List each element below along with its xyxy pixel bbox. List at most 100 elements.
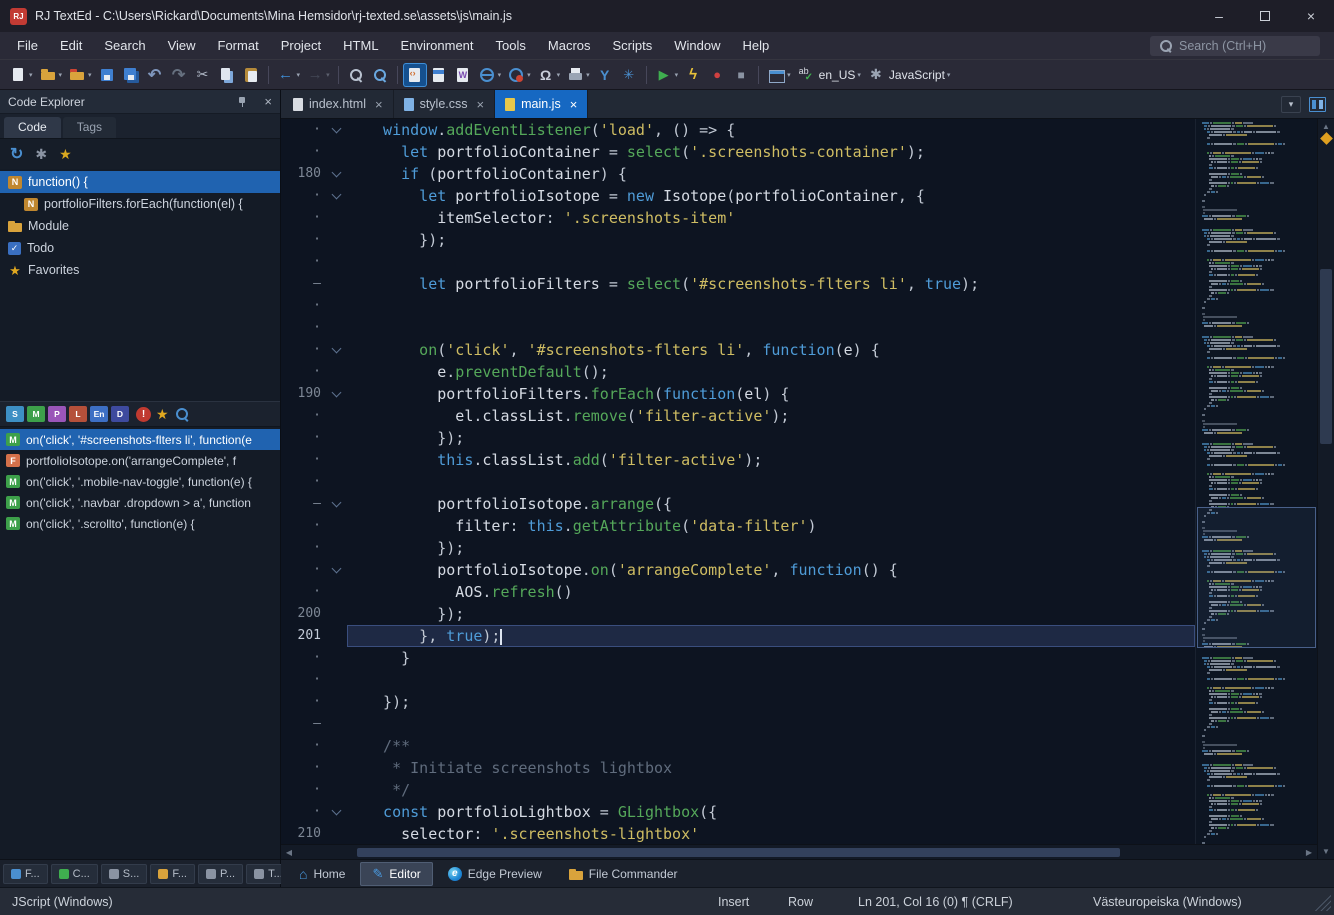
code-line[interactable]: ·}); xyxy=(281,427,1195,449)
code-line[interactable]: ·filter: this.getAttribute('data-filter'… xyxy=(281,515,1195,537)
code-line[interactable]: –portfolioIsotope.arrange({ xyxy=(281,493,1195,515)
fold-column[interactable] xyxy=(325,801,347,823)
syntax-mode-button[interactable]: ✱JavaScript▾ xyxy=(864,63,954,87)
menu-view[interactable]: View xyxy=(157,32,207,59)
fold-chevron-icon[interactable] xyxy=(331,497,341,507)
find-button[interactable] xyxy=(344,63,368,87)
code-line[interactable]: 200}); xyxy=(281,603,1195,625)
panel-close-icon[interactable]: × xyxy=(264,94,272,109)
view-tab-edge-preview[interactable]: eEdge Preview xyxy=(436,863,554,885)
tree-item[interactable]: ★Favorites xyxy=(0,259,280,281)
code-line[interactable]: ·window.addEventListener('load', () => { xyxy=(281,119,1195,141)
menu-search[interactable]: Search xyxy=(93,32,156,59)
horizontal-scroll-thumb[interactable] xyxy=(357,848,1120,857)
sidebar-tab-tags[interactable]: Tags xyxy=(63,117,116,138)
stop-macro-button[interactable]: ■ xyxy=(729,63,753,87)
find-in-files-button[interactable] xyxy=(368,63,392,87)
code-line[interactable]: ·el.classList.remove('filter-active'); xyxy=(281,405,1195,427)
maximize-button[interactable] xyxy=(1242,0,1288,32)
code-line[interactable]: ·this.classList.add('filter-active'); xyxy=(281,449,1195,471)
search-filter-icon[interactable] xyxy=(175,407,189,421)
filter-l-icon[interactable]: L xyxy=(69,406,87,422)
code-lines[interactable]: ·window.addEventListener('load', () => {… xyxy=(281,119,1195,844)
code-line[interactable]: ·AOS.refresh() xyxy=(281,581,1195,603)
fold-chevron-icon[interactable] xyxy=(331,167,341,177)
tree-item[interactable]: ✓Todo xyxy=(0,237,280,259)
filter-en-icon[interactable]: En xyxy=(90,406,108,422)
print-button[interactable]: ▾ xyxy=(563,63,593,87)
tab-close-icon[interactable]: × xyxy=(570,97,578,112)
bookmark-marker-icon[interactable] xyxy=(1320,132,1333,145)
fold-chevron-icon[interactable] xyxy=(331,343,341,353)
code-line[interactable]: ·const portfolioLightbox = GLightbox({ xyxy=(281,801,1195,823)
code-line[interactable]: ·portfolioIsotope.on('arrangeComplete', … xyxy=(281,559,1195,581)
menu-help[interactable]: Help xyxy=(732,32,781,59)
tab-list-dropdown[interactable]: ▾ xyxy=(1281,96,1301,113)
save-all-button[interactable] xyxy=(119,63,143,87)
code-line[interactable]: ·}); xyxy=(281,537,1195,559)
code-line[interactable]: ·e.preventDefault(); xyxy=(281,361,1195,383)
warning-filter-icon[interactable]: ! xyxy=(136,407,151,422)
wizard-button[interactable] xyxy=(451,63,475,87)
fold-chevron-icon[interactable] xyxy=(331,387,341,397)
open-remote-button[interactable]: ▾ xyxy=(65,63,95,87)
minimap-viewport[interactable] xyxy=(1197,507,1316,648)
code-line[interactable]: · xyxy=(281,669,1195,691)
nav-forward-button[interactable]: →▾ xyxy=(303,63,333,87)
menu-format[interactable]: Format xyxy=(207,32,270,59)
code-line[interactable]: ·* Initiate screenshots lightbox xyxy=(281,757,1195,779)
code-line[interactable]: 190portfolioFilters.forEach(function(el)… xyxy=(281,383,1195,405)
code-line[interactable]: ·let portfolioContainer = select('.scree… xyxy=(281,141,1195,163)
settings-icon[interactable]: ✱ xyxy=(35,146,47,163)
data-grid-button[interactable]: ▾ xyxy=(764,63,794,87)
menu-file[interactable]: File xyxy=(6,32,49,59)
scroll-left-icon[interactable]: ◀ xyxy=(281,848,297,857)
vertical-scroll-thumb[interactable] xyxy=(1320,269,1332,444)
function-list-item[interactable]: Mon('click', '.mobile-nav-toggle', funct… xyxy=(0,471,280,492)
horizontal-scrollbar[interactable]: ◀ ▶ xyxy=(281,844,1317,859)
fold-column[interactable] xyxy=(325,163,347,185)
fold-chevron-icon[interactable] xyxy=(331,563,341,573)
code-line[interactable]: –let portfolioFilters = select('#screens… xyxy=(281,273,1195,295)
menu-html[interactable]: HTML xyxy=(332,32,389,59)
tab-close-icon[interactable]: × xyxy=(477,97,485,112)
compare-files-button[interactable]: Y xyxy=(593,63,617,87)
vertical-scrollbar[interactable]: ▲ ▼ xyxy=(1317,119,1334,859)
sidebar-panel-tab-3[interactable]: F... xyxy=(150,864,195,884)
menu-scripts[interactable]: Scripts xyxy=(602,32,664,59)
favorites-filter-icon[interactable]: ★ xyxy=(156,406,169,423)
code-line[interactable]: ·let portfolioIsotope = new Isotope(port… xyxy=(281,185,1195,207)
tools-button[interactable]: ✳ xyxy=(617,63,641,87)
close-button[interactable]: × xyxy=(1288,0,1334,32)
nav-back-button[interactable]: ←▾ xyxy=(274,63,304,87)
redo-button[interactable]: ↷ xyxy=(167,63,191,87)
filter-p-icon[interactable]: P xyxy=(48,406,66,422)
browser-preview-button[interactable]: ▾ xyxy=(475,63,505,87)
tab-main.js[interactable]: main.js× xyxy=(495,90,588,118)
cut-button[interactable]: ✂ xyxy=(191,63,215,87)
fold-column[interactable] xyxy=(325,119,347,141)
code-line[interactable]: 180if (portfolioContainer) { xyxy=(281,163,1195,185)
tree-item[interactable]: Nfunction() { xyxy=(0,171,280,193)
code-line[interactable]: · xyxy=(281,251,1195,273)
special-characters-button[interactable]: Ω▾ xyxy=(534,63,564,87)
sidebar-panel-tab-2[interactable]: S... xyxy=(101,864,148,884)
spell-language-button[interactable]: en_US▾ xyxy=(794,63,864,87)
pin-icon[interactable] xyxy=(236,96,248,108)
code-line[interactable]: ·/** xyxy=(281,735,1195,757)
save-button[interactable] xyxy=(95,63,119,87)
sidebar-tab-code[interactable]: Code xyxy=(4,117,61,138)
filter-d-icon[interactable]: D xyxy=(111,406,129,422)
copy-button[interactable] xyxy=(215,63,239,87)
fold-column[interactable] xyxy=(325,185,347,207)
fold-column[interactable] xyxy=(325,493,347,515)
filter-s-icon[interactable]: S xyxy=(6,406,24,422)
tree-item[interactable]: NportfolioFilters.forEach(function(el) { xyxy=(0,193,280,215)
sidebar-panel-tab-1[interactable]: C... xyxy=(51,864,98,884)
filter-m-icon[interactable]: M xyxy=(27,406,45,422)
code-line[interactable]: ·on('click', '#screenshots-flters li', f… xyxy=(281,339,1195,361)
code-line[interactable]: · xyxy=(281,295,1195,317)
fold-column[interactable] xyxy=(325,383,347,405)
function-list-item[interactable]: FportfolioIsotope.on('arrangeComplete', … xyxy=(0,450,280,471)
menu-macros[interactable]: Macros xyxy=(537,32,602,59)
